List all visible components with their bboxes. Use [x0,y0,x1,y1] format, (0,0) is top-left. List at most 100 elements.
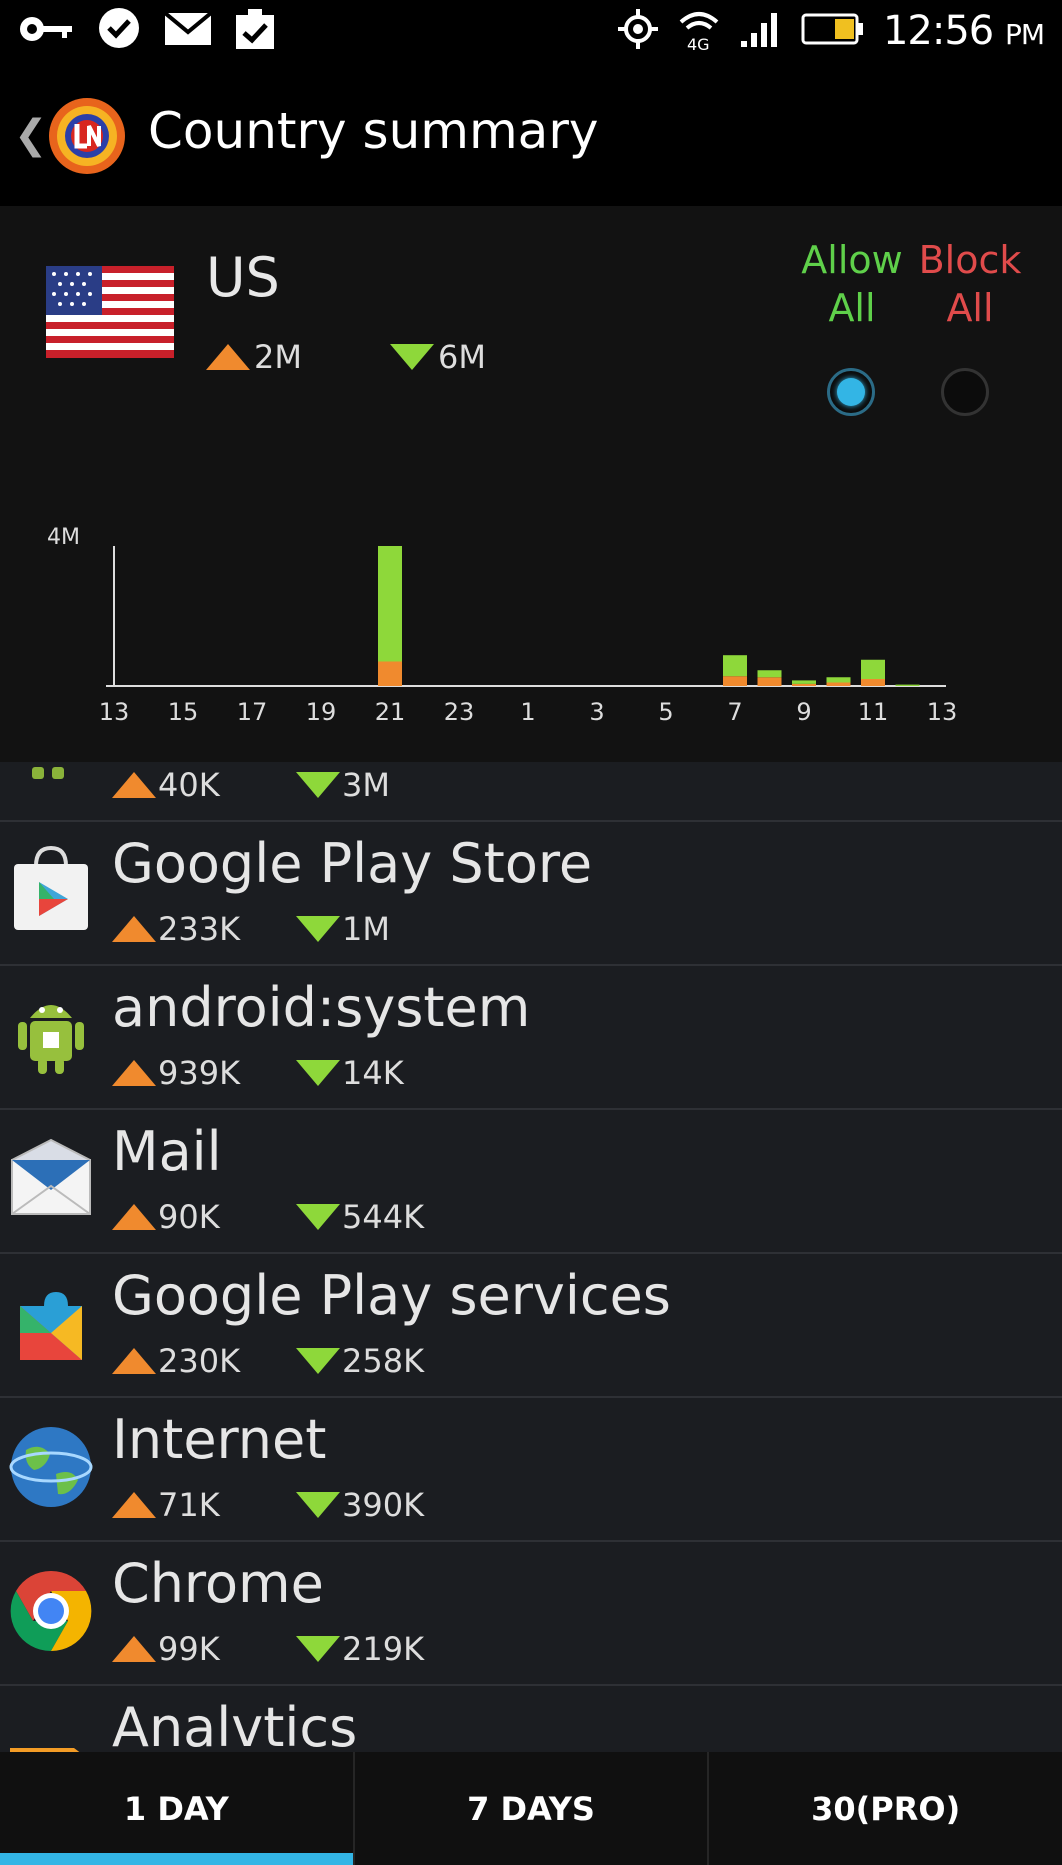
upload-arrow-icon [112,1060,156,1086]
tasks-icon [234,7,278,55]
upload-arrow-icon [112,1636,156,1662]
x-tick-label: 13 [99,698,130,726]
upload-stat: 90K [112,1198,220,1236]
chart-bar [895,684,920,686]
android-icon [6,988,96,1078]
check-bubble-icon [96,6,142,56]
clock: 12:56 PM [882,8,1045,54]
svg-text:4G: 4G [687,35,710,52]
chart-bar [792,680,816,684]
key-icon [18,12,74,50]
app-name: android:system [112,976,531,1039]
tab-1-day[interactable]: 1 DAY [0,1752,355,1865]
x-tick-label: 3 [589,698,604,726]
gps-icon [617,8,659,54]
list-item-mail[interactable]: Mail 90K 544K [0,1110,1062,1254]
upload-stat: 939K [112,1054,240,1092]
x-tick-label: 11 [858,698,889,726]
country-name: US [206,246,280,309]
analytics-icon [6,1708,96,1752]
upload-stat: 99K [112,1630,220,1668]
app-name: Google Play services [112,1264,671,1327]
battery-icon [801,11,865,51]
upload-arrow-icon [112,772,156,798]
download-stat: 258K [296,1342,424,1380]
y-axis-max-label: 4M [47,525,80,550]
list-item-android-system[interactable]: android:system 939K 14K [0,966,1062,1110]
x-tick-label: 23 [444,698,475,726]
wifi-4g-icon: 4G [677,6,721,56]
chart-bar [757,670,782,678]
upload-stat: 71K [112,1486,220,1524]
allow-all-radio[interactable] [827,368,875,416]
page-title: Country summary [148,102,599,160]
x-tick-label: 19 [306,698,337,726]
chart-bar [757,677,782,686]
us-flag-icon [46,266,174,358]
block-all-radio[interactable] [941,368,989,416]
chart-bar [723,655,747,677]
time-range-tabs: 1 DAY 7 DAYS 30(PRO) [0,1752,1062,1865]
upload-arrow-icon [206,344,250,370]
chart-bar [826,682,851,686]
partial-app-icon [30,764,70,779]
country-header: US 2M 6M Allow All Block All 4M 13 15 17 19 21… [0,206,1062,762]
x-tick-label: 1 [520,698,535,726]
app-name: Analvtics [112,1696,358,1752]
upload-arrow-icon [112,1492,156,1518]
upload-stat: 233K [112,910,240,948]
x-tick-label: 17 [237,698,268,726]
list-item-internet[interactable]: Internet 71K 390K [0,1398,1062,1542]
country-upload: 2M [206,338,302,376]
country-download: 6M [390,338,486,376]
upload-stat: 40K [112,766,220,804]
block-all-label: Block All [918,238,1022,330]
x-tick-label: 7 [727,698,742,726]
tab-30-pro[interactable]: 30(PRO) [709,1752,1062,1865]
action-bar: ❮ Country summary [0,62,1062,268]
app-logo-icon[interactable] [42,92,132,176]
app-name: Mail [112,1120,222,1183]
list-item-google-play-store[interactable]: Google Play Store 233K 1M [0,822,1062,966]
play-services-icon [6,1276,96,1366]
list-item-analytics[interactable]: Analvtics [0,1686,1062,1752]
download-arrow-icon [296,916,340,942]
chart-bar [861,659,885,679]
upload-arrow-icon [112,1204,156,1230]
upload-arrow-icon [112,1348,156,1374]
signal-icon [739,9,783,53]
app-name: Internet [112,1408,327,1471]
download-arrow-icon [296,772,340,798]
download-stat: 544K [296,1198,424,1236]
download-stat: 219K [296,1630,424,1668]
mail-icon [163,11,213,50]
download-stat: 390K [296,1486,424,1524]
app-name: Google Play Store [112,832,593,895]
download-arrow-icon [296,1348,340,1374]
download-arrow-icon [296,1636,340,1662]
traffic-chart: 4M 13 15 17 19 21 23 1 3 5 7 9 11 13 [47,525,958,726]
download-stat: 14K [296,1054,404,1092]
play-store-icon [6,844,96,934]
x-tick-label: 21 [375,698,406,726]
x-tick-label: 5 [658,698,673,726]
tab-7-days[interactable]: 7 DAYS [355,1752,710,1865]
status-bar: 4G 12:56 PM [0,0,1062,62]
chart-bar [723,676,747,686]
app-list[interactable]: 40K 3M Google Play Store 233K 1M android… [0,762,1062,1752]
chart-bar [826,677,851,683]
list-item-google-play-services[interactable]: Google Play services 230K 258K [0,1254,1062,1398]
x-tick-label: 13 [927,698,958,726]
app-name: Chrome [112,1552,324,1615]
x-tick-label: 15 [168,698,199,726]
download-arrow-icon [296,1060,340,1086]
allow-all-label: Allow All [801,238,903,330]
x-tick-label: 9 [796,698,811,726]
chrome-icon [6,1564,96,1654]
list-item-chrome[interactable]: Chrome 99K 219K [0,1542,1062,1686]
chart-bar [378,546,402,662]
upload-stat: 230K [112,1342,240,1380]
chart-bar [792,683,816,686]
list-item-partial[interactable]: 40K 3M [0,762,1062,822]
chart-bar [861,679,885,686]
